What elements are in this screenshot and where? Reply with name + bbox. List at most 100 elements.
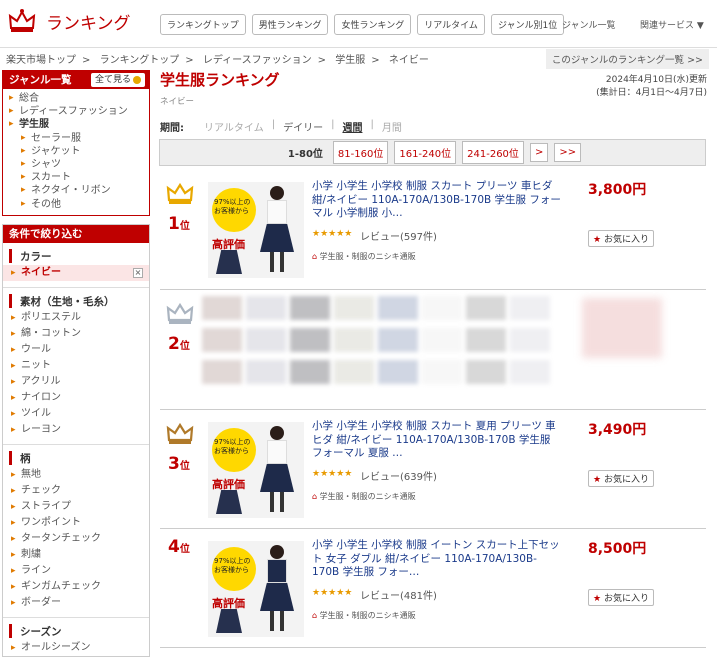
product-image[interactable]: 97%以上の お客様から高評価 — [208, 541, 304, 637]
ranking-item: 3位 97%以上の お客様から 高評価 小学 小学生 小学校 制服 スカート 夏用 プリ… — [160, 410, 706, 529]
genre-item[interactable]: 学生服 — [9, 118, 149, 131]
genre-list-link[interactable]: ジャンル一覧 — [562, 18, 616, 31]
nav-realtime[interactable]: リアルタイム — [417, 14, 485, 35]
genre-list: 総合レディースファッション学生服セーラー服ジャケットシャツスカートネクタイ・リボ… — [3, 89, 149, 215]
promo-text: 97%以上の お客様から — [214, 557, 251, 574]
filter-section-season: シーズン — [9, 623, 149, 638]
blur-block — [378, 360, 418, 384]
star-icon: ★ — [593, 235, 602, 245]
review-link[interactable]: レビュー(639件) — [360, 468, 437, 483]
ranking-item: 2位 — [160, 290, 706, 410]
filter-material-item[interactable]: ナイロン — [3, 390, 149, 406]
blur-block — [202, 328, 242, 352]
ranking-item: 4位 97%以上の お客様から 高評価 小学 小学生 小学校 制服 イートン スカート上… — [160, 529, 706, 648]
genre-item[interactable]: シャツ — [9, 158, 149, 171]
related-services-link[interactable]: 関連サービス ▼ — [640, 18, 704, 31]
genre-item[interactable]: その他 — [9, 198, 149, 211]
arrow-circle-icon — [133, 75, 141, 84]
ranking-logo[interactable]: ランキング — [8, 8, 131, 34]
period-weekly[interactable]: 週間 — [342, 119, 362, 134]
product-title-link[interactable]: 小学 小学生 小学校 制服 スカート プリーツ 車ヒダ 紺/ネイビー 110A-… — [312, 180, 564, 221]
filter-color-navy[interactable]: ネイビー× — [3, 264, 149, 281]
genre-box: ジャンル一覧 全て見る 総合レディースファッション学生服セーラー服ジャケットシャ… — [2, 70, 150, 216]
page-link[interactable]: 81-160位 — [332, 141, 389, 164]
genre-item[interactable]: スカート — [9, 171, 149, 184]
favorite-button[interactable]: ★ お気に入り — [588, 230, 654, 247]
breadcrumb-item[interactable]: ネイビー — [389, 55, 429, 66]
update-info: 2024年4月10日(水)更新 (集計日：4月1日〜4月7日) — [596, 74, 707, 100]
genre-item[interactable]: ジャケット — [9, 145, 149, 158]
skirt-image — [216, 490, 242, 514]
filter-material-item[interactable]: ウール — [3, 342, 149, 358]
skirt-image — [216, 609, 242, 633]
shop-link[interactable]: ⌂ 学生服・制服のニシキ通販 — [312, 491, 416, 502]
page-link[interactable]: 241-260位 — [462, 141, 524, 164]
filter-pattern-item[interactable]: ギンガムチェック — [3, 579, 149, 595]
shop-link[interactable]: ⌂ 学生服・制服のニシキ通販 — [312, 251, 416, 262]
filter-pattern-item[interactable]: ストライプ — [3, 499, 149, 515]
genre-item[interactable]: レディースファッション — [9, 105, 149, 118]
product-price: 3,800円 — [588, 182, 647, 198]
last-page-button[interactable]: >> — [554, 143, 582, 162]
filter-material-item[interactable]: ポリエステル — [3, 310, 149, 326]
favorite-button[interactable]: ★ お気に入り — [588, 589, 654, 606]
page-link[interactable]: 161-240位 — [394, 141, 457, 164]
nav-genre-top1[interactable]: ジャンル別1位 — [490, 14, 565, 35]
blur-block — [510, 296, 550, 320]
genre-item[interactable]: ネクタイ・リボン — [9, 184, 149, 197]
breadcrumb-item[interactable]: レディースファッション — [203, 55, 312, 66]
crown-bronze-icon — [166, 422, 194, 444]
filter-material-item[interactable]: レーヨン — [3, 422, 149, 438]
breadcrumb-item[interactable]: 学生服 — [335, 55, 365, 66]
filter-pattern-item[interactable]: タータンチェック — [3, 531, 149, 547]
product-price: 3,490円 — [588, 422, 647, 438]
review-link[interactable]: レビュー(481件) — [360, 587, 437, 602]
blur-block — [202, 296, 242, 320]
period-realtime[interactable]: リアルタイム — [204, 119, 264, 134]
rank-number: 3位 — [168, 454, 190, 474]
nav-ranking-top[interactable]: ランキングトップ — [160, 14, 246, 35]
blurred-price — [582, 298, 662, 358]
next-page-button[interactable]: > — [529, 143, 549, 162]
filter-material-item[interactable]: ニット — [3, 358, 149, 374]
product-image[interactable]: 97%以上の お客様から 高評価 — [208, 422, 304, 518]
material-list: ポリエステル綿・コットンウールニットアクリルナイロンツイルレーヨン — [3, 310, 149, 438]
skirt-image — [216, 250, 242, 274]
shop-icon: ⌂ — [312, 252, 318, 261]
promo-highlight: 高評価 — [212, 597, 245, 610]
filter-material-item[interactable]: ツイル — [3, 406, 149, 422]
period-daily[interactable]: デイリー — [283, 119, 323, 134]
filter-material-item[interactable]: 綿・コットン — [3, 326, 149, 342]
filter-pattern-item[interactable]: 無地 — [3, 467, 149, 483]
nav-male-ranking[interactable]: 男性ランキング — [251, 14, 329, 35]
logo-text: ランキング — [46, 13, 131, 34]
product-title-link[interactable]: 小学 小学生 小学校 制服 イートン スカート上下セット 女子 ダブル 紺/ネイ… — [312, 539, 564, 580]
remove-filter-icon[interactable]: × — [133, 267, 143, 278]
filter-pattern-item[interactable]: ボーダー — [3, 595, 149, 611]
review-link[interactable]: レビュー(597件) — [360, 228, 437, 243]
filter-pattern-item[interactable]: ワンポイント — [3, 515, 149, 531]
filter-pattern-item[interactable]: ライン — [3, 563, 149, 579]
crown-gold-icon — [166, 182, 194, 204]
genre-item[interactable]: セーラー服 — [9, 132, 149, 145]
product-image[interactable]: 97%以上の お客様から 高評価 — [208, 182, 304, 278]
genre-box-header: ジャンル一覧 全て見る — [3, 71, 149, 89]
genre-ranking-list-button[interactable]: このジャンルのランキング一覧 >> — [545, 49, 709, 69]
blur-block — [334, 360, 374, 384]
nav-female-ranking[interactable]: 女性ランキング — [334, 14, 412, 35]
product-title-link[interactable]: 小学 小学生 小学校 制服 スカート 夏用 プリーツ 車ヒダ 紺/ネイビー 11… — [312, 420, 564, 461]
see-all-button[interactable]: 全て見る — [90, 73, 145, 87]
filter-pattern-item[interactable]: チェック — [3, 483, 149, 499]
breadcrumb-item[interactable]: ランキングトップ — [100, 55, 180, 66]
filter-material-item[interactable]: アクリル — [3, 374, 149, 390]
shop-link[interactable]: ⌂ 学生服・制服のニシキ通販 — [312, 610, 416, 621]
genre-item[interactable]: 総合 — [9, 92, 149, 105]
filter-pattern-item[interactable]: 刺繍 — [3, 547, 149, 563]
page-current: 1-80位 — [287, 149, 323, 160]
favorite-button[interactable]: ★ お気に入り — [588, 470, 654, 487]
blur-block — [422, 360, 462, 384]
period-monthly[interactable]: 月間 — [382, 119, 402, 134]
breadcrumb-item[interactable]: 楽天市場トップ — [6, 55, 76, 66]
blur-block — [334, 296, 374, 320]
crown-silver-icon — [166, 302, 194, 324]
